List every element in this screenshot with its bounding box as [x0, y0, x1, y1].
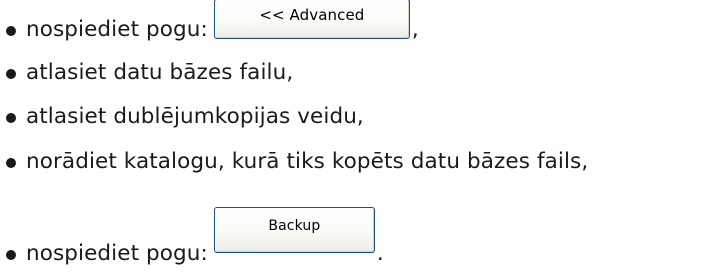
list-item: nospiediet pogu: Backup . [0, 205, 384, 267]
list-item: atlasiet dublējumkopijas veidu, [0, 102, 364, 130]
list-item: norādiet katalogu, kurā tiks kopēts datu… [0, 147, 588, 175]
backup-button[interactable]: Backup [213, 207, 375, 253]
instruction-list: nospiediet pogu: << Advanced , atlasiet … [0, 0, 701, 273]
bullet-icon [6, 158, 16, 168]
bullet-icon [6, 250, 16, 260]
step-text: nospiediet pogu: [26, 241, 208, 266]
step-trailing-punctuation: , [411, 17, 419, 42]
step-text: nospiediet pogu: [26, 17, 208, 42]
list-item: nospiediet pogu: << Advanced , [0, 0, 419, 43]
bullet-icon [6, 113, 16, 123]
step-text: norādiet katalogu, kurā tiks kopēts datu… [26, 149, 589, 174]
step-text: atlasiet datu bāzes failu, [26, 60, 294, 85]
bullet-icon [6, 69, 16, 79]
step-text: atlasiet dublējumkopijas veidu, [26, 104, 364, 129]
step-trailing-punctuation: . [376, 241, 384, 266]
list-item: atlasiet datu bāzes failu, [0, 58, 293, 86]
bullet-icon [6, 26, 16, 36]
advanced-button[interactable]: << Advanced [213, 0, 410, 39]
